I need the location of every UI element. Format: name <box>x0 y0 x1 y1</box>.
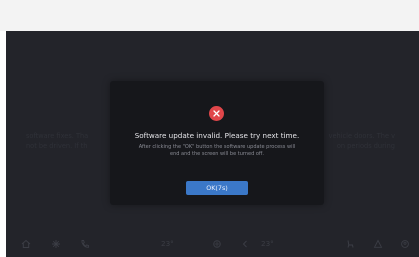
error-icon <box>209 106 224 121</box>
home-icon[interactable] <box>20 238 32 250</box>
vehicle-screen: software fixes. Tha not be driven. If th… <box>6 31 419 257</box>
ok-button[interactable]: OK(7s) <box>186 181 248 195</box>
temperature-right[interactable]: 23° <box>261 239 274 248</box>
background-text-left: software fixes. Tha not be driven. If th <box>26 131 88 151</box>
seat-icon[interactable] <box>344 238 356 250</box>
dialog-title: Software update invalid. Please try next… <box>134 131 300 140</box>
dialog-description-line-2: end and the screen will be turned off. <box>170 151 264 157</box>
background-text-right-line-2: on periods during <box>336 142 395 150</box>
fan-icon[interactable] <box>50 238 62 250</box>
temperature-left[interactable]: 23° <box>161 239 174 248</box>
chevron-left-icon[interactable] <box>239 238 251 250</box>
update-error-dialog: Software update invalid. Please try next… <box>110 81 324 205</box>
background-text-left-line-2: not be driven. If th <box>26 142 88 150</box>
dialog-description: After clicking the "OK" button the softw… <box>124 144 310 158</box>
dialog-description-line-1: After clicking the "OK" button the softw… <box>138 144 296 150</box>
top-bar <box>0 0 419 31</box>
phone-icon[interactable] <box>79 238 91 250</box>
background-text-right: vehicle doors. The v on periods during <box>329 131 395 151</box>
background-text-right-line-1: vehicle doors. The v <box>328 132 395 140</box>
profile-icon[interactable] <box>399 238 411 250</box>
close-icon <box>213 110 220 117</box>
background-text-left-line-1: software fixes. Tha <box>26 132 89 140</box>
bottom-dock: 23° 23° <box>6 235 419 257</box>
ac-icon[interactable] <box>211 238 223 250</box>
settings-icon[interactable] <box>372 238 384 250</box>
